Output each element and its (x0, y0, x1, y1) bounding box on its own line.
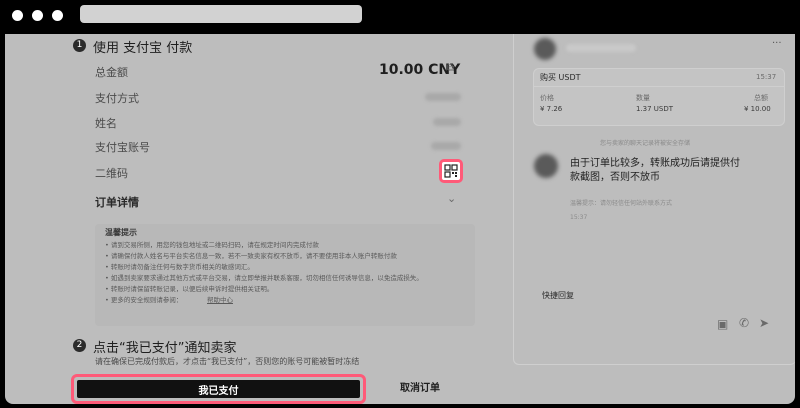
chat-panel: ··· 购买 USDT 15:37 价格 ¥ 7.26 数量 1.37 USDT… (513, 34, 795, 365)
name-label: 姓名 (95, 117, 117, 130)
chat-message-time: 15:37 (570, 214, 588, 221)
window-dot-icon[interactable] (52, 10, 63, 21)
window-dot-icon[interactable] (32, 10, 43, 21)
divider (534, 86, 784, 87)
copy-icon[interactable]: ⧉ (447, 63, 454, 74)
qr-code-button[interactable] (439, 159, 463, 183)
step2-title: 点击“我已支付”通知卖家 (93, 341, 237, 356)
payment-page: 1 使用 支付宝 付款 总金额 10.00 CNY ⧉ 支付方式 姓名 支付宝账… (5, 34, 795, 404)
cancel-order-button[interactable]: 取消订单 (375, 380, 465, 398)
qr-code-label: 二维码 (95, 167, 128, 180)
tip-line: • 更多的安全规则请参阅： (105, 296, 183, 304)
seller-avatar (534, 154, 558, 178)
alipay-account-label: 支付宝账号 (95, 141, 150, 154)
window-dot-icon[interactable] (12, 10, 23, 21)
step1-title: 使用 支付宝 付款 (93, 41, 193, 56)
order-card: 购买 USDT 15:37 价格 ¥ 7.26 数量 1.37 USDT 总额 … (533, 68, 785, 126)
phone-icon[interactable]: ✆ (739, 316, 749, 330)
qr-code-icon (444, 164, 458, 178)
tip-line: • 转账时请勿备注任何与数字货币相关的敏感词汇。 (105, 263, 254, 271)
quantity-value: 1.37 USDT (636, 105, 674, 113)
paid-button-highlight: 我已支付 (71, 374, 366, 404)
chat-message-sub: 温馨提示：请勿轻信任何站外联系方式 (570, 200, 673, 207)
quick-reply-button[interactable]: 快捷回复 (542, 290, 574, 301)
price-label: 价格 (540, 94, 554, 102)
tip-line: • 请确保付款人姓名与平台实名信息一致，若不一致卖家有权不放币，请不要使用非本人… (105, 252, 397, 260)
quantity-label: 数量 (636, 94, 650, 102)
send-icon[interactable]: ➤ (759, 316, 769, 330)
browser-window: 1 使用 支付宝 付款 总金额 10.00 CNY ⧉ 支付方式 姓名 支付宝账… (0, 0, 800, 408)
step-number-badge: 1 (73, 39, 86, 52)
order-detail-label[interactable]: 订单详情 (95, 194, 139, 210)
seller-name (566, 44, 636, 52)
address-bar[interactable] (80, 5, 362, 23)
paid-button[interactable]: 我已支付 (77, 380, 360, 398)
payment-method-label: 支付方式 (95, 92, 139, 105)
total-label: 总额 (754, 94, 768, 102)
tip-line: • 转账时请保留转账记录，以便后续申诉时提供相关证明。 (105, 285, 274, 293)
step-number-badge: 2 (73, 339, 86, 352)
image-icon[interactable]: ▣ (717, 317, 728, 331)
order-time: 15:37 (756, 73, 777, 81)
chevron-down-icon[interactable]: ⌄ (447, 192, 456, 205)
tip-line: • 请到交易所侧，用您的钱包地址或二维码扫码，请在规定时间内完成付款 (105, 241, 319, 249)
tips-box: 温馨提示 • 请到交易所侧，用您的钱包地址或二维码扫码，请在规定时间内完成付款 … (95, 224, 475, 326)
seller-avatar (534, 38, 556, 60)
tips-title: 温馨提示 (105, 228, 137, 237)
more-icon[interactable]: ··· (772, 38, 782, 49)
alipay-account-value (431, 142, 461, 150)
step2-description: 请在确保已完成付款后，才点击“我已支付”，否则您的账号可能被暂时冻结 (95, 357, 360, 366)
help-center-link[interactable]: 帮助中心 (207, 294, 233, 304)
tip-line: • 如遇到卖家要求通过其他方式或平台交易，请立即举报并联系客服，切勿相信任何诱导… (105, 274, 423, 282)
chat-message: 由于订单比较多，转账成功后请提供付款截图，否则不放币 (570, 158, 740, 183)
name-value (433, 118, 461, 126)
title-bar (0, 0, 800, 34)
price-value: ¥ 7.26 (540, 105, 563, 113)
total-value: ¥ 10.00 (744, 105, 771, 113)
payment-method-value (425, 93, 461, 101)
system-note: 您与卖家的聊天记录将被安全存储 (600, 140, 691, 147)
total-amount-label: 总金额 (95, 66, 128, 79)
order-tag: 购买 USDT (540, 73, 581, 82)
